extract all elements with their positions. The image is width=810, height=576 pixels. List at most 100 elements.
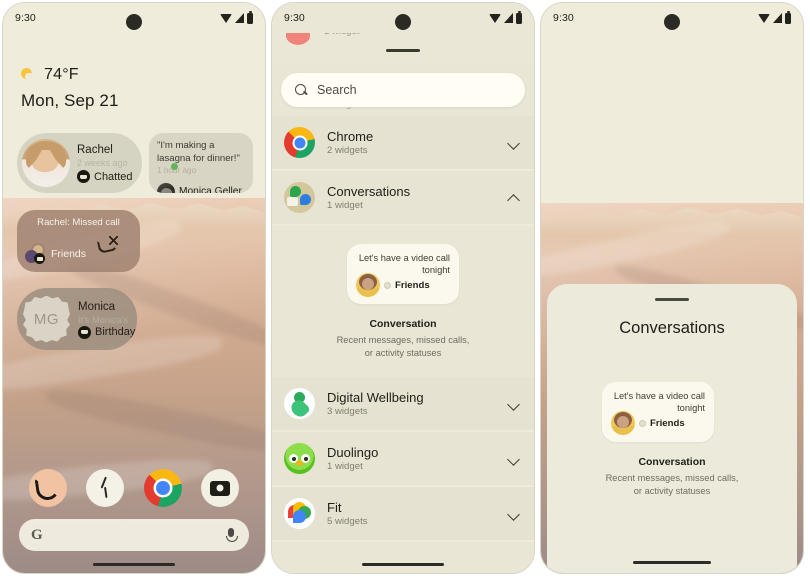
app-name: Fit (327, 500, 342, 515)
app-row-chrome[interactable]: Chrome 2 widgets (272, 116, 534, 171)
app-row-digital-wellbeing[interactable]: Digital Wellbeing 3 widgets (272, 377, 534, 432)
app-name: Digital Wellbeing (327, 390, 424, 405)
conversations-expanded-panel: Let's have a video call tonight Friends … (272, 226, 534, 377)
chevron-down-icon[interactable] (507, 507, 520, 520)
app-widget-count: 2 widgets (327, 145, 368, 156)
wifi-icon (489, 13, 501, 23)
date-widget[interactable]: Mon, Sep 21 (21, 91, 119, 111)
drag-handle[interactable] (655, 298, 689, 301)
widget-preview-card[interactable]: Let's have a video call tonight Friends (602, 382, 714, 442)
app-row-conversations[interactable]: Conversations 1 widget (272, 171, 534, 226)
weather-widget[interactable]: 74°F (21, 66, 79, 84)
phone-icon[interactable] (28, 469, 67, 507)
search-icon (295, 83, 308, 97)
rachel-avatar (22, 139, 70, 187)
wallpaper-sky (541, 3, 803, 208)
chat-bubble-icon (78, 325, 91, 339)
digital-wellbeing-icon (284, 388, 315, 419)
preview-footer: Friends (611, 411, 685, 435)
birthday-line2: Birthday! (95, 326, 137, 338)
conversations-bottom-sheet: Conversations Let's have a video call to… (547, 284, 797, 573)
preview-description: Recent messages, missed calls, or activi… (605, 473, 739, 496)
conversation-widget-monica-quote[interactable]: "I'm making a lasagna for dinner!" 1 hou… (149, 133, 253, 193)
drag-handle[interactable] (386, 49, 420, 52)
status-time: 9:30 (284, 12, 305, 24)
preview-contact: Friends (650, 417, 685, 429)
chevron-down-icon[interactable] (507, 136, 520, 149)
birthday-line1: It's Monica's (78, 314, 128, 325)
widget-preview-card[interactable]: Let's have a video call tonight Friends (347, 244, 459, 304)
partial-app-count: 1 widget (324, 33, 359, 37)
status-icons (758, 10, 791, 24)
monica-geller-avatar (157, 182, 175, 193)
search-placeholder: Search (317, 83, 357, 97)
conversations-icon (284, 182, 315, 213)
battery-icon (516, 10, 522, 24)
status-bar-sheet: 9:30 (541, 3, 803, 33)
microphone-icon[interactable] (225, 527, 238, 543)
chrome-icon (284, 127, 315, 158)
google-search-bar[interactable]: G (19, 519, 249, 551)
wifi-icon (220, 13, 232, 23)
app-widget-count: 1 widget (327, 200, 363, 211)
birthday-name: Monica (78, 300, 116, 313)
app-widget-list[interactable]: Chrome 2 widgets Conversations 1 widget (272, 116, 534, 573)
battery-icon (247, 10, 253, 24)
preview-title: Conversation (369, 318, 437, 330)
missed-call-title: Rachel: Missed call (37, 217, 120, 228)
camera-icon[interactable] (201, 469, 240, 507)
sheet-preview-wrapper: Let's have a video call tonight Friends … (602, 382, 742, 497)
rachel-timestamp: 2 weeks ago (77, 158, 128, 168)
missed-call-group: Friends (51, 248, 87, 260)
screenshot-stage: 9:30 74°F Mon, Sep 21 Rachel 2 weeks ago (0, 0, 810, 576)
chrome-icon[interactable] (143, 469, 182, 507)
signal-icon (504, 13, 513, 23)
wifi-icon (758, 13, 770, 23)
monica-quote-message: "I'm making a lasagna for dinner!" (157, 140, 240, 164)
status-icons (489, 10, 522, 24)
preview-status-dot (384, 281, 391, 289)
monica-initials-avatar: MG (23, 295, 70, 343)
signal-icon (773, 13, 782, 23)
picker-top-partial-row: 1 widget (272, 33, 534, 65)
missed-call-footer: Friends (25, 243, 86, 265)
app-name: Chrome (327, 129, 374, 144)
widget-picker: 1 widget 2 widgets Search Chrome 2 widge… (272, 3, 534, 573)
app-row-fit[interactable]: Fit 5 widgets (272, 487, 534, 542)
rachel-name: Rachel (77, 144, 113, 156)
phone-panel-bottom-sheet: 9:30 Conversations Let's have a video ca… (541, 3, 803, 573)
partial-app-icon (284, 33, 312, 45)
status-bar-home: 9:30 (3, 3, 265, 33)
conversation-widget-rachel[interactable]: Rachel 2 weeks ago Chatted (17, 133, 142, 193)
weather-temperature: 74°F (44, 66, 79, 83)
partial-app-row[interactable]: 1 widget (272, 33, 534, 45)
google-g-icon: G (31, 526, 43, 543)
status-time: 9:30 (553, 12, 574, 24)
app-widget-count: 3 widgets (327, 406, 368, 417)
gesture-nav-bar[interactable] (362, 563, 444, 566)
preview-status-dot (639, 419, 646, 427)
gesture-nav-bar[interactable] (633, 561, 711, 564)
friends-group-avatar (25, 243, 47, 265)
chevron-up-icon[interactable] (507, 191, 520, 204)
app-dock (3, 469, 265, 507)
status-time: 9:30 (15, 12, 36, 24)
app-row-duolingo[interactable]: Duolingo 1 widget (272, 432, 534, 487)
duolingo-icon (284, 443, 315, 474)
search-input[interactable]: Search (281, 73, 525, 107)
gesture-nav-bar[interactable] (93, 563, 175, 566)
monica-geller-name: Monica Geller (179, 186, 242, 193)
conversation-widget-missed-call[interactable]: Rachel: Missed call Friends (17, 210, 140, 272)
phone-panel-home: 9:30 74°F Mon, Sep 21 Rachel 2 weeks ago (3, 3, 265, 573)
monica-identity-row: Monica Geller (157, 182, 246, 193)
clock-icon[interactable] (86, 469, 125, 507)
front-camera-punchhole (395, 14, 411, 30)
missed-call-icon (98, 236, 118, 250)
app-widget-count: 5 widgets (327, 516, 368, 527)
fit-icon (284, 498, 315, 529)
conversation-widget-birthday[interactable]: MG Monica It's Monica's Birthday! (17, 288, 137, 350)
preview-avatar (611, 411, 635, 435)
app-name: Duolingo (327, 445, 379, 460)
chevron-down-icon[interactable] (507, 397, 520, 410)
chevron-down-icon[interactable] (507, 452, 520, 465)
